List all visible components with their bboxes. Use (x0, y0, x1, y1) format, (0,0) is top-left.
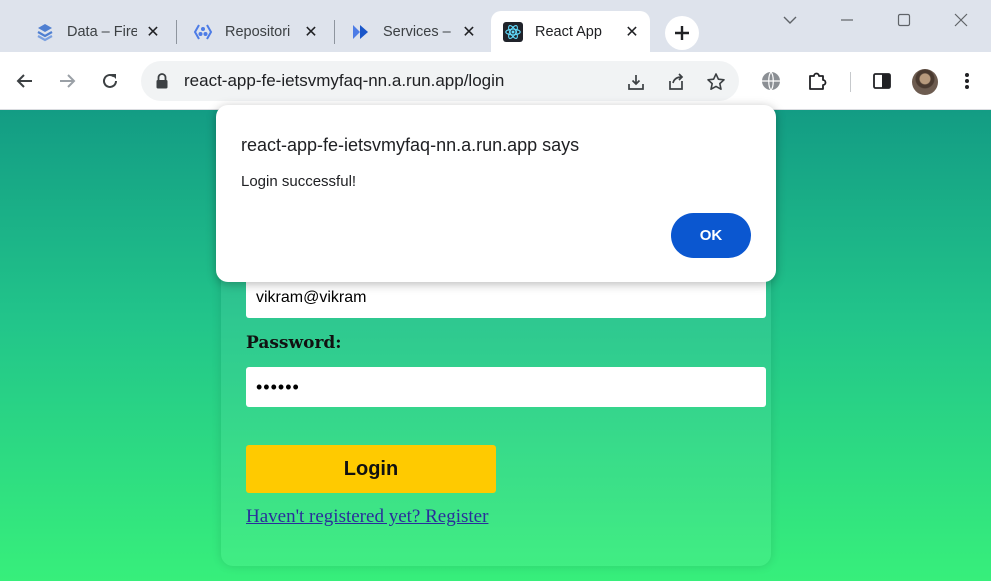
tab-title: Services – (383, 23, 451, 40)
reload-icon (103, 73, 117, 88)
side-panel-button[interactable] (867, 66, 897, 96)
email-field[interactable]: vikram@vikram (246, 278, 766, 318)
tab-title: React App (535, 23, 602, 40)
globe-icon (762, 71, 780, 91)
tab-firestore[interactable]: Data – Fire ✕ (23, 11, 171, 52)
dialog-origin: react-app-fe-ietsvmyfaq-nn.a.run.app say… (241, 135, 580, 155)
react-icon (503, 21, 523, 42)
alert-dialog: react-app-fe-ietsvmyfaq-nn.a.run.app say… (216, 105, 776, 282)
puzzle-icon (809, 72, 827, 90)
toolbar-divider (850, 72, 851, 92)
tab-title: Repositori (225, 23, 291, 40)
browser-toolbar: react-app-fe-ietsvmyfaq-nn.a.run.app/log… (0, 52, 991, 110)
dialog-message: Login successful! (241, 173, 357, 190)
profile-avatar[interactable] (912, 69, 938, 95)
browser-menu-button[interactable] (952, 66, 982, 96)
close-icon[interactable]: ✕ (145, 24, 161, 41)
arrow-right-icon (60, 74, 76, 88)
reload-button[interactable] (95, 66, 125, 96)
share-icon[interactable] (664, 70, 688, 94)
password-label: Password: (246, 333, 342, 353)
cloud-run-icon (351, 22, 371, 42)
close-window-icon[interactable] (950, 9, 972, 31)
url-text[interactable]: react-app-fe-ietsvmyfaq-nn.a.run.app/log… (184, 71, 504, 91)
register-link[interactable]: Haven't registered yet? Register (246, 506, 488, 528)
maximize-icon[interactable] (893, 9, 915, 31)
side-panel-icon (873, 73, 891, 89)
lock-icon[interactable] (155, 72, 169, 95)
install-app-icon[interactable] (624, 70, 648, 94)
forward-button[interactable] (52, 66, 82, 96)
address-bar[interactable]: react-app-fe-ietsvmyfaq-nn.a.run.app/log… (141, 61, 739, 101)
more-vert-icon (965, 73, 969, 89)
tab-strip: Data – Fire ✕ Repositori ✕ Services – ✕ … (0, 0, 991, 52)
extensions-button[interactable] (802, 66, 832, 96)
artifact-registry-icon (193, 22, 213, 42)
close-icon[interactable]: ✕ (624, 24, 640, 41)
tab-repositories[interactable]: Repositori ✕ (181, 11, 329, 52)
bookmark-star-icon[interactable] (704, 70, 728, 94)
plus-icon (675, 26, 689, 40)
close-icon[interactable]: ✕ (303, 24, 319, 41)
tab-divider (334, 20, 335, 44)
password-field[interactable]: •••••• (246, 367, 766, 407)
tab-title: Data – Fire (67, 23, 137, 40)
new-tab-button[interactable] (665, 16, 699, 50)
tab-divider (176, 20, 177, 44)
tab-react-app[interactable]: React App ✕ (491, 11, 650, 52)
arrow-left-icon (16, 74, 32, 88)
login-button[interactable]: Login (246, 445, 496, 493)
tab-search-icon[interactable] (779, 9, 801, 31)
translate-globe-button[interactable] (756, 66, 786, 96)
close-icon[interactable]: ✕ (461, 24, 477, 41)
tab-cloud-run-services[interactable]: Services – ✕ (339, 11, 487, 52)
firebase-icon (35, 22, 55, 42)
ok-button[interactable]: OK (671, 213, 751, 258)
back-button[interactable] (10, 66, 40, 96)
minimize-icon[interactable] (836, 9, 858, 31)
